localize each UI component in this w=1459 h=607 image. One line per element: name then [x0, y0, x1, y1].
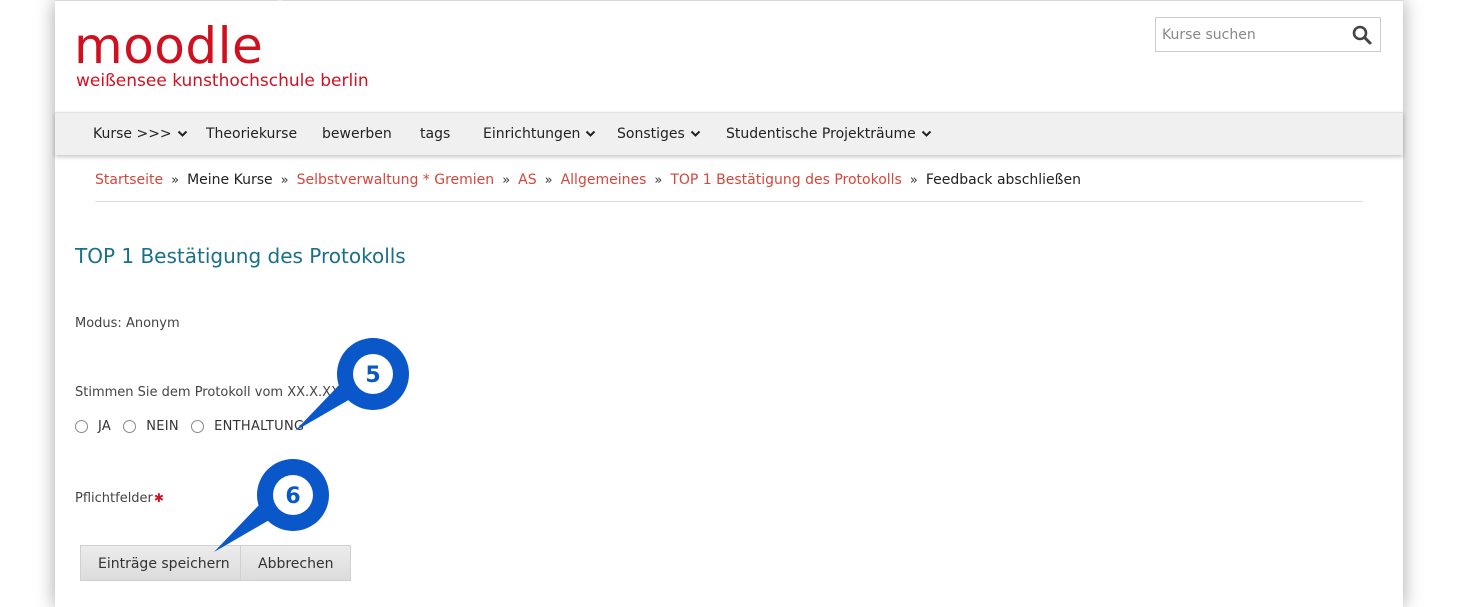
breadcrumb-link-as[interactable]: AS — [518, 172, 536, 188]
radio-option-nein[interactable]: NEIN — [123, 419, 179, 434]
feedback-mode: Modus: Anonym — [75, 316, 180, 331]
breadcrumb-link-top1[interactable]: TOP 1 Bestätigung des Protokolls — [670, 172, 902, 188]
logo-subtitle: weißensee kunsthochschule berlin — [76, 71, 369, 91]
nav-item-sonstiges[interactable]: Sonstiges — [617, 113, 701, 155]
callout-marker-6: 6 — [209, 459, 334, 559]
chevron-down-icon — [585, 113, 596, 155]
callout-number: 5 — [365, 363, 380, 388]
search-input[interactable] — [1156, 18, 1348, 51]
page-title: TOP 1 Bestätigung des Protokolls — [75, 244, 406, 268]
radio-button[interactable] — [75, 420, 88, 433]
radio-option-ja[interactable]: JA — [75, 419, 111, 434]
top-tab-decoration — [273, 0, 287, 1]
radio-label: NEIN — [146, 419, 179, 434]
main-navbar: Kurse >>> Theoriekurse bewerben tags Ein… — [55, 112, 1403, 155]
nav-item-label: Kurse >>> — [93, 126, 172, 142]
breadcrumb-item-meine-kurse: Meine Kurse — [187, 172, 273, 188]
nav-item-label: Sonstiges — [617, 126, 685, 142]
chevron-down-icon — [177, 113, 188, 155]
double-chevron-right-icon: » — [544, 173, 553, 188]
radio-option-enthaltung[interactable]: ENTHALTUNG — [191, 419, 304, 434]
chevron-down-icon — [921, 113, 932, 155]
required-asterisk-icon: ✱ — [153, 491, 164, 505]
callout-marker-5: 5 — [290, 338, 415, 438]
radio-button[interactable] — [191, 420, 205, 433]
double-chevron-right-icon: » — [909, 173, 918, 188]
breadcrumb-item-current: Feedback abschließen — [925, 172, 1081, 188]
nav-item-theoriekurse[interactable]: Theoriekurse — [206, 113, 297, 155]
breadcrumb-link-allgemeines[interactable]: Allgemeines — [561, 172, 647, 188]
search-button[interactable] — [1350, 24, 1374, 46]
radio-label: JA — [98, 419, 112, 434]
required-label: Pflichtfelder — [75, 491, 153, 506]
breadcrumb-link-selbstverwaltung[interactable]: Selbstverwaltung * Gremien — [297, 172, 495, 188]
double-chevron-right-icon: » — [502, 173, 511, 188]
course-search — [1155, 17, 1381, 52]
callout-number: 6 — [285, 484, 300, 509]
chevron-down-icon — [690, 113, 701, 155]
nav-item-bewerben[interactable]: bewerben — [322, 113, 392, 155]
double-chevron-right-icon: » — [280, 173, 289, 188]
nav-item-einrichtungen[interactable]: Einrichtungen — [483, 113, 596, 155]
breadcrumb-divider — [95, 201, 1363, 202]
breadcrumb-link-startseite[interactable]: Startseite — [95, 172, 163, 188]
search-icon — [1351, 25, 1373, 49]
moodle-logo[interactable]: moodle — [74, 18, 263, 74]
nav-item-tags[interactable]: tags — [420, 113, 450, 155]
nav-item-kurse[interactable]: Kurse >>> — [93, 113, 188, 155]
nav-item-label: Einrichtungen — [483, 126, 581, 142]
page-frame: moodle weißensee kunsthochschule berlin … — [55, 0, 1403, 607]
nav-item-label: Theoriekurse — [206, 126, 298, 142]
radio-button[interactable] — [123, 420, 137, 433]
required-fields-note: Pflichtfelder✱ — [75, 491, 164, 506]
breadcrumb: Startseite » Meine Kurse » Selbstverwaltung … — [95, 169, 1081, 191]
answer-radio-group: JA NEIN ENTHALTUNG — [75, 419, 312, 437]
nav-item-label: bewerben — [322, 126, 392, 142]
nav-item-label: Studentische Projekträume — [726, 126, 916, 142]
double-chevron-right-icon: » — [654, 173, 663, 188]
double-chevron-right-icon: » — [171, 173, 180, 188]
nav-item-label: tags — [420, 126, 451, 142]
nav-item-projektraeume[interactable]: Studentische Projekträume — [726, 113, 932, 155]
